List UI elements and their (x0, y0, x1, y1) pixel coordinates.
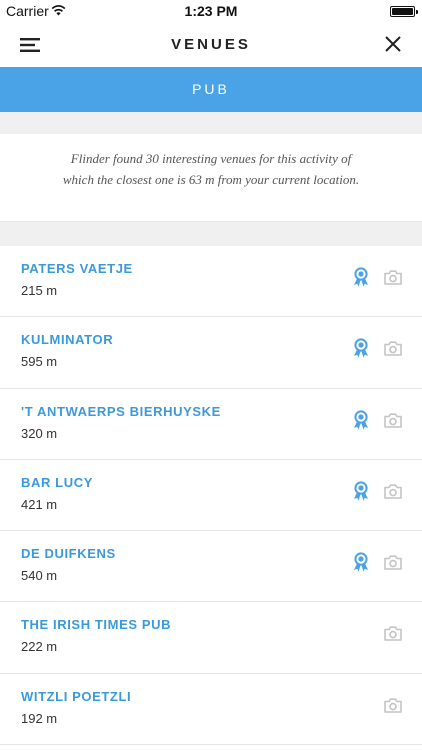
venue-name: BAR LUCY (21, 474, 93, 490)
award-ribbon-icon (352, 481, 370, 501)
camera-icon[interactable] (384, 698, 402, 713)
award-ribbon-icon (352, 552, 370, 572)
award-ribbon-icon (352, 409, 370, 430)
venue-name: WITZLI POETZLI (21, 688, 132, 704)
award-ribbon-icon (352, 267, 370, 287)
camera-icon[interactable] (384, 484, 402, 499)
battery-icon (390, 6, 418, 17)
venue-distance: 421 m (21, 496, 58, 512)
section-spacer (0, 222, 422, 246)
venue-name: PATERS VAETJE (21, 261, 133, 276)
status-bar: Carrier 1:23 PM (0, 0, 422, 22)
section-spacer (0, 112, 422, 134)
status-time: 1:23 PM (184, 3, 238, 19)
page-title: VENUES (171, 36, 251, 53)
venue-name: THE IRISH TIMES PUB (21, 617, 172, 633)
camera-icon[interactable] (384, 270, 402, 285)
camera-icon[interactable] (384, 555, 402, 570)
award-ribbon-icon (352, 338, 370, 358)
venue-distance: 192 m (21, 710, 58, 726)
venue-name: KULMINATOR (21, 332, 114, 348)
camera-icon[interactable] (384, 412, 402, 428)
venue-name: 'T ANTWAERPS BIERHUYSKE (21, 403, 221, 419)
venue-list: PATERS VAETJE 215 m KULMINATOR 595 m 'T ANTW… (0, 246, 422, 746)
venue-row[interactable]: BAR LUCY 421 m (0, 459, 422, 532)
venue-row[interactable]: PATERS VAETJE 215 m (0, 246, 422, 318)
info-text: Flinder found 30 interesting venues for … (62, 151, 360, 187)
camera-icon[interactable] (384, 341, 402, 357)
close-icon (385, 36, 401, 52)
venue-distance: 215 m (21, 283, 58, 298)
venue-row[interactable]: WITZLI POETZLI 192 m (0, 673, 422, 746)
activity-banner: PUB (0, 67, 422, 112)
venue-distance: 222 m (21, 639, 58, 655)
camera-icon[interactable] (384, 626, 402, 642)
venue-name: DE DUIFKENS (21, 546, 116, 562)
info-panel: Flinder found 30 interesting venues for … (0, 134, 422, 222)
venue-row[interactable]: DE DUIFKENS 540 m (0, 531, 422, 603)
venue-distance: 540 m (21, 568, 58, 584)
nav-bar: VENUES (0, 22, 422, 67)
venue-distance: 595 m (21, 354, 58, 370)
venue-row[interactable]: KULMINATOR 595 m (0, 317, 422, 389)
venue-row[interactable]: 'T ANTWAERPS BIERHUYSKE 320 m (0, 388, 422, 460)
venue-row[interactable]: THE IRISH TIMES PUB 222 m (0, 602, 422, 674)
close-button[interactable] (384, 35, 402, 53)
venue-distance: 320 m (21, 425, 58, 441)
